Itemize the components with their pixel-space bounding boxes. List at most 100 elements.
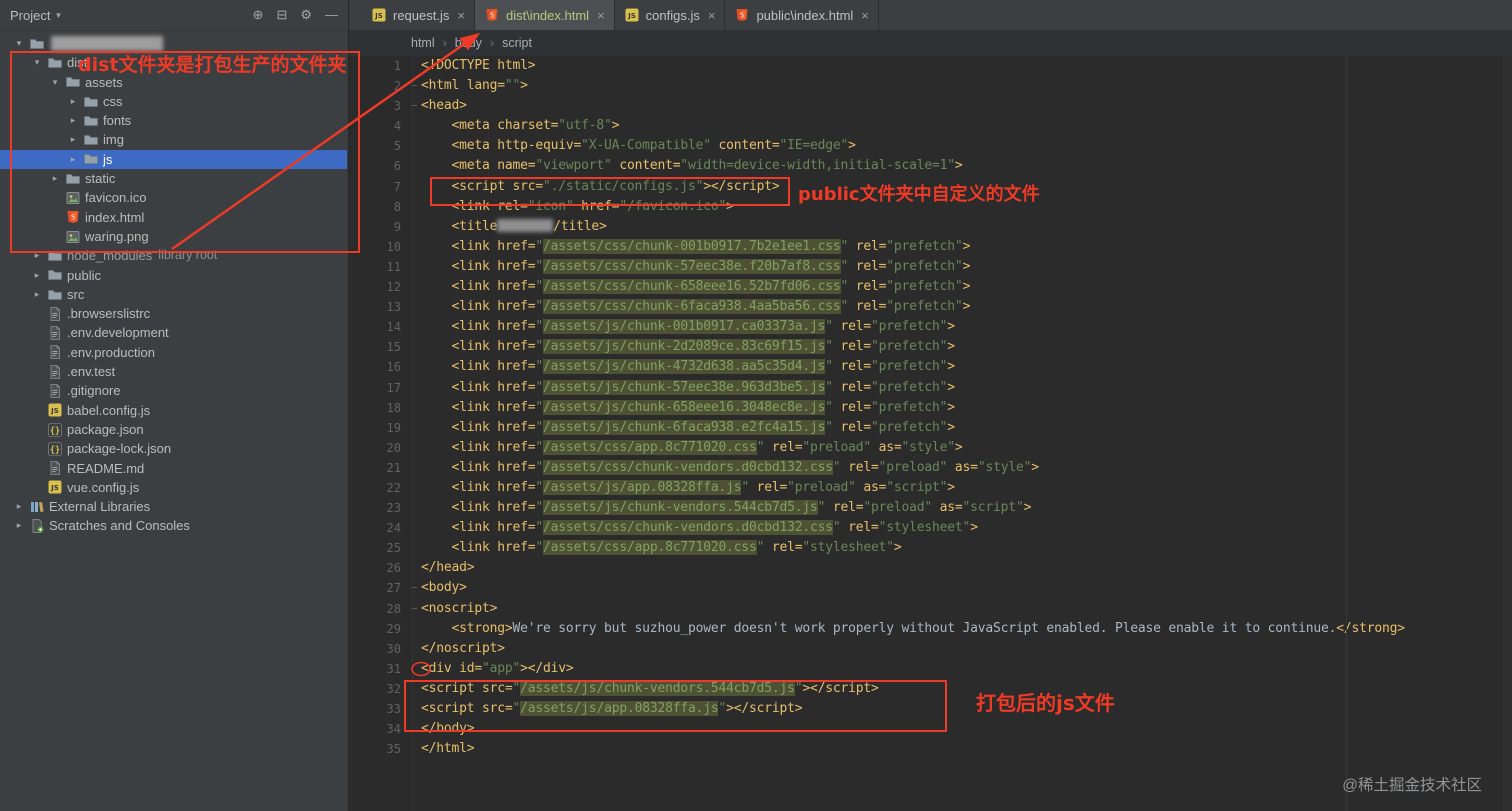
tree-item-node-modules[interactable]: ▸ node_modules library root: [0, 246, 347, 265]
code-text[interactable]: <script src="./static/configs.js"></scri…: [421, 177, 780, 197]
code-text[interactable]: <title/title>: [421, 217, 607, 237]
line-number[interactable]: 10: [349, 237, 407, 257]
line-number[interactable]: 16: [349, 357, 407, 377]
tree-item-favicon-ico[interactable]: favicon.ico: [0, 188, 347, 207]
code-text[interactable]: <link href="/assets/css/app.8c771020.css…: [421, 538, 902, 558]
line-number[interactable]: 8: [349, 197, 407, 217]
code-line-23[interactable]: 23 <link href="/assets/js/chunk-vendors.…: [349, 498, 1512, 518]
code-text[interactable]: <link href="/assets/css/chunk-vendors.d0…: [421, 518, 978, 538]
tree-item-css[interactable]: ▸ css: [0, 92, 347, 111]
code-line-5[interactable]: 5 <meta http-equiv="X-UA-Compatible" con…: [349, 136, 1512, 156]
line-number[interactable]: 22: [349, 478, 407, 498]
line-number[interactable]: 17: [349, 378, 407, 398]
code-line-18[interactable]: 18 <link href="/assets/js/chunk-658eee16…: [349, 398, 1512, 418]
code-text[interactable]: <div id="app"></div>: [421, 659, 574, 679]
code-line-26[interactable]: 26 </head>: [349, 558, 1512, 578]
line-number[interactable]: 33: [349, 699, 407, 719]
tree-item-env-development[interactable]: .env.development: [0, 323, 347, 342]
tab-request-js[interactable]: JS request.js ×: [362, 0, 475, 30]
code-line-31[interactable]: 31 <div id="app"></div>: [349, 659, 1512, 679]
line-number[interactable]: 27: [349, 578, 407, 598]
tree-item-browserslistrc[interactable]: .browserslistrc: [0, 304, 347, 323]
line-number[interactable]: 4: [349, 116, 407, 136]
line-number[interactable]: 11: [349, 257, 407, 277]
tree-item-waring-png[interactable]: waring.png: [0, 227, 347, 246]
code-line-25[interactable]: 25 <link href="/assets/css/app.8c771020.…: [349, 538, 1512, 558]
code-line-2[interactable]: 2− <html lang="">: [349, 76, 1512, 96]
tree-item-public[interactable]: ▸ public: [0, 266, 347, 285]
code-line-7[interactable]: 7 <script src="./static/configs.js"></sc…: [349, 177, 1512, 197]
line-number[interactable]: 15: [349, 337, 407, 357]
code-text[interactable]: <html lang="">: [421, 76, 528, 96]
chevron-collapsed-icon[interactable]: ▸: [64, 92, 82, 111]
code-text[interactable]: <link href="/assets/css/chunk-57eec38e.f…: [421, 257, 970, 277]
line-number[interactable]: 14: [349, 317, 407, 337]
line-number[interactable]: 5: [349, 136, 407, 156]
tree-item-readme-md[interactable]: README.md: [0, 459, 347, 478]
code-text[interactable]: <meta http-equiv="X-UA-Compatible" conte…: [421, 136, 856, 156]
code-line-16[interactable]: 16 <link href="/assets/js/chunk-4732d638…: [349, 357, 1512, 377]
line-number[interactable]: 12: [349, 277, 407, 297]
code-line-12[interactable]: 12 <link href="/assets/css/chunk-658eee1…: [349, 277, 1512, 297]
code-text[interactable]: <link href="/assets/js/chunk-57eec38e.96…: [421, 378, 955, 398]
code-text[interactable]: <link href="/assets/css/app.8c771020.css…: [421, 438, 963, 458]
tree-item-env-test[interactable]: .env.test: [0, 362, 347, 381]
close-icon[interactable]: ×: [708, 8, 716, 23]
fold-marker-icon[interactable]: −: [407, 76, 421, 96]
code-text[interactable]: <link href="/assets/js/chunk-vendors.544…: [421, 498, 1031, 518]
code-line-10[interactable]: 10 <link href="/assets/css/chunk-001b091…: [349, 237, 1512, 257]
code-line-27[interactable]: 27− <body>: [349, 578, 1512, 598]
project-panel-title[interactable]: Project: [10, 8, 50, 23]
code-text[interactable]: <head>: [421, 96, 467, 116]
hide-panel-icon[interactable]: —: [325, 7, 338, 22]
editor-scrollbar[interactable]: [1502, 56, 1512, 811]
chevron-down-icon[interactable]: ▼: [54, 11, 62, 20]
code-line-34[interactable]: 34 </body>: [349, 719, 1512, 739]
chevron-collapsed-icon[interactable]: ▸: [28, 246, 46, 265]
line-number[interactable]: 24: [349, 518, 407, 538]
code-text[interactable]: <meta charset="utf-8">: [421, 116, 620, 136]
code-area[interactable]: 1 <!DOCTYPE html> 2− <html lang=""> 3− <head>…: [349, 56, 1512, 759]
close-icon[interactable]: ×: [457, 8, 465, 23]
fold-marker-icon[interactable]: −: [407, 578, 421, 598]
chevron-expanded-icon[interactable]: ▾: [10, 34, 28, 53]
chevron-collapsed-icon[interactable]: ▸: [64, 111, 82, 130]
tree-item-package-lock-json[interactable]: {} package-lock.json: [0, 439, 347, 458]
line-number[interactable]: 19: [349, 418, 407, 438]
code-line-35[interactable]: 35 </html>: [349, 739, 1512, 759]
tree-item-vue-config-js[interactable]: JS vue.config.js: [0, 478, 347, 497]
code-line-11[interactable]: 11 <link href="/assets/css/chunk-57eec38…: [349, 257, 1512, 277]
code-text[interactable]: <script src="/assets/js/app.08328ffa.js"…: [421, 699, 803, 719]
tree-item-index-html[interactable]: 5 index.html: [0, 208, 347, 227]
line-number[interactable]: 26: [349, 558, 407, 578]
code-text[interactable]: <!DOCTYPE html>: [421, 56, 536, 76]
line-number[interactable]: 9: [349, 217, 407, 237]
code-text[interactable]: </head>: [421, 558, 475, 578]
collapse-all-icon[interactable]: ⊟: [276, 7, 287, 22]
locate-file-icon[interactable]: ⊕: [253, 7, 264, 22]
line-number[interactable]: 23: [349, 498, 407, 518]
code-text[interactable]: <body>: [421, 578, 467, 598]
code-line-1[interactable]: 1 <!DOCTYPE html>: [349, 56, 1512, 76]
chevron-collapsed-icon[interactable]: ▸: [64, 150, 82, 169]
code-text[interactable]: <link href="/assets/js/chunk-6faca938.e2…: [421, 418, 955, 438]
code-line-21[interactable]: 21 <link href="/assets/css/chunk-vendors…: [349, 458, 1512, 478]
line-number[interactable]: 32: [349, 679, 407, 699]
tree-item-static[interactable]: ▸ static: [0, 169, 347, 188]
line-number[interactable]: 7: [349, 177, 407, 197]
chevron-expanded-icon[interactable]: ▾: [46, 73, 64, 92]
code-line-28[interactable]: 28− <noscript>: [349, 599, 1512, 619]
line-number[interactable]: 2: [349, 76, 407, 96]
tree-item-scratches-and-consoles[interactable]: ▸ Scratches and Consoles: [0, 516, 347, 535]
code-line-4[interactable]: 4 <meta charset="utf-8">: [349, 116, 1512, 136]
code-line-33[interactable]: 33 <script src="/assets/js/app.08328ffa.j…: [349, 699, 1512, 719]
tab-dist-index-html[interactable]: 5 dist\index.html ×: [474, 0, 615, 30]
code-line-17[interactable]: 17 <link href="/assets/js/chunk-57eec38e…: [349, 378, 1512, 398]
tree-item-package-json[interactable]: {} package.json: [0, 420, 347, 439]
fold-marker-icon[interactable]: −: [407, 96, 421, 116]
tree-item-img[interactable]: ▸ img: [0, 130, 347, 149]
tree-item-babel-config-js[interactable]: JS babel.config.js: [0, 401, 347, 420]
tree-item-gitignore[interactable]: .gitignore: [0, 381, 347, 400]
code-text[interactable]: </html>: [421, 739, 475, 759]
chevron-collapsed-icon[interactable]: ▸: [10, 516, 28, 535]
